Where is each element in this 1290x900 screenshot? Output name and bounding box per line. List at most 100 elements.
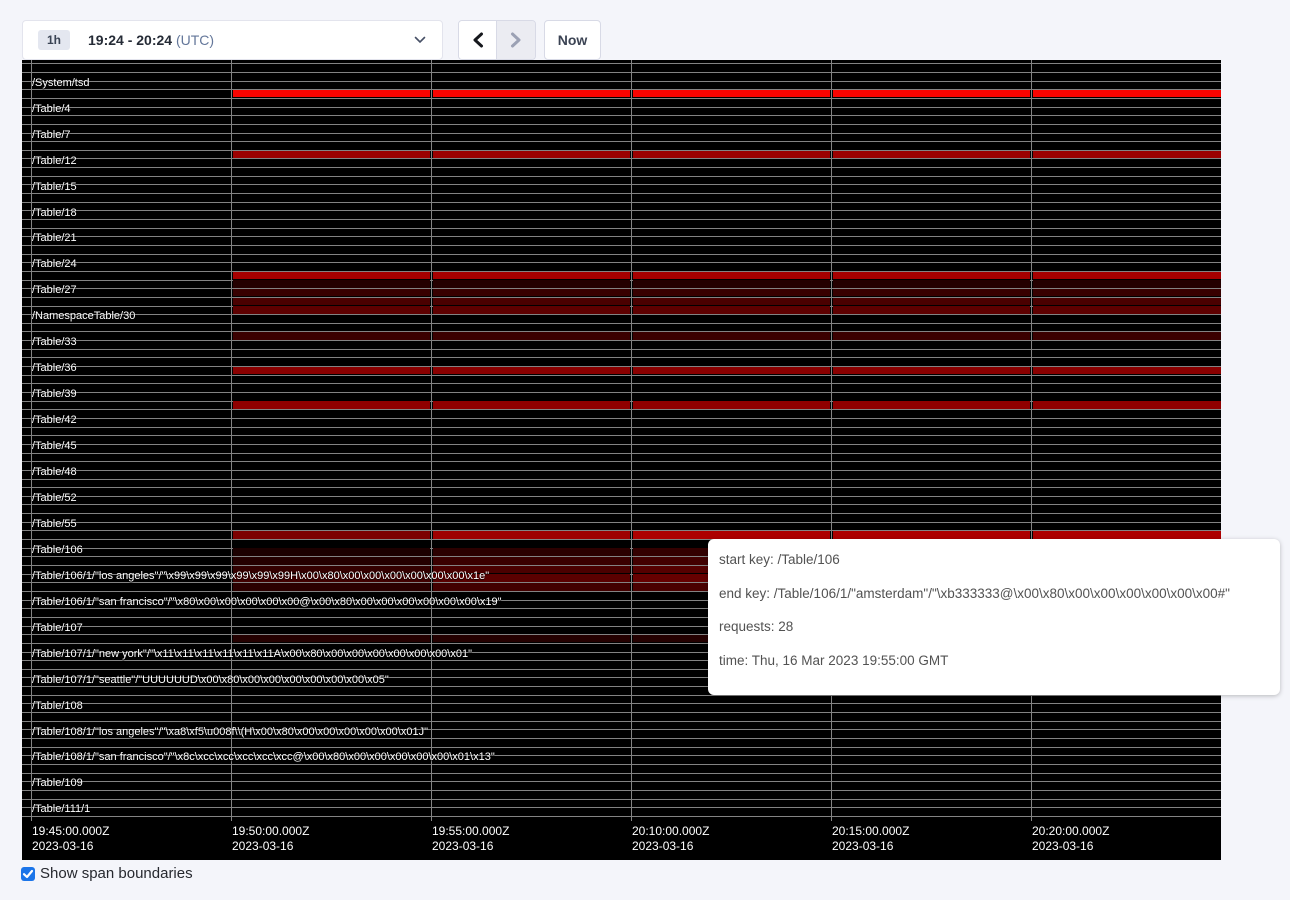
heat-bar[interactable]	[433, 151, 630, 159]
span-boundary-line	[22, 479, 1221, 480]
heat-bar[interactable]	[833, 306, 1030, 314]
heat-bar[interactable]	[633, 332, 830, 340]
heat-bar[interactable]	[833, 272, 1030, 280]
now-button[interactable]: Now	[544, 20, 601, 60]
heat-bar[interactable]	[233, 151, 430, 159]
time-range-timezone: (UTC)	[176, 32, 214, 48]
heat-bar[interactable]	[233, 548, 430, 556]
heat-bar[interactable]	[233, 557, 430, 565]
time-axis-label: 20:20:00.000Z2023-03-16	[1032, 824, 1109, 853]
heat-bar[interactable]	[233, 635, 430, 643]
chevron-down-icon	[414, 36, 426, 44]
heat-bar[interactable]	[833, 401, 1030, 409]
span-boundary-line	[22, 340, 1221, 341]
span-boundary-line	[22, 228, 1221, 229]
heat-bar[interactable]	[633, 151, 830, 159]
span-boundary-line	[22, 254, 1221, 255]
heat-bar[interactable]	[233, 306, 430, 314]
heat-bar[interactable]	[833, 280, 1030, 288]
heat-bar[interactable]	[633, 531, 830, 539]
heat-bar[interactable]	[833, 332, 1030, 340]
heat-bar[interactable]	[1033, 332, 1222, 340]
heat-bar[interactable]	[433, 401, 630, 409]
heat-bar[interactable]	[1033, 531, 1222, 539]
heat-bar[interactable]	[233, 90, 430, 98]
heat-bar[interactable]	[233, 401, 430, 409]
heat-bar[interactable]	[433, 635, 630, 643]
heat-bar[interactable]	[433, 280, 630, 288]
heat-bar[interactable]	[433, 90, 630, 98]
heat-bar[interactable]	[433, 583, 630, 591]
row-label: /Table/52	[32, 492, 77, 504]
heat-bar[interactable]	[633, 90, 830, 98]
heat-bar[interactable]	[433, 531, 630, 539]
heat-bar[interactable]	[433, 306, 630, 314]
heat-bar[interactable]	[633, 280, 830, 288]
span-boundary-line	[22, 236, 1221, 237]
next-interval-button[interactable]	[497, 21, 535, 59]
heat-bar[interactable]	[833, 298, 1030, 306]
heat-bar[interactable]	[233, 367, 430, 375]
prev-interval-button[interactable]	[459, 21, 497, 59]
heat-bar[interactable]	[233, 289, 430, 297]
heat-bar[interactable]	[433, 548, 630, 556]
row-label: /Table/108/1/"los angeles"/"\xa8\xf5\u00…	[32, 726, 428, 738]
heat-bar[interactable]	[233, 332, 430, 340]
key-visualizer-canvas[interactable]: /System/tsd/Table/4/Table/7/Table/12/Tab…	[22, 60, 1221, 860]
heat-bar[interactable]	[633, 367, 830, 375]
show-span-boundaries-checkbox[interactable]	[21, 867, 35, 881]
span-boundary-line	[22, 444, 1221, 445]
heat-bar[interactable]	[1033, 90, 1222, 98]
heat-bar[interactable]	[1033, 367, 1222, 375]
time-gridline	[631, 60, 632, 821]
heat-bar[interactable]	[1033, 280, 1222, 288]
heat-bar[interactable]	[633, 289, 830, 297]
row-label: /Table/48	[32, 466, 77, 478]
heat-bar[interactable]	[1033, 306, 1222, 314]
heat-bar[interactable]	[233, 280, 430, 288]
heat-bar[interactable]	[1033, 272, 1222, 280]
time-gridline	[1031, 60, 1032, 821]
heat-bar[interactable]	[433, 557, 630, 565]
heat-bar[interactable]	[433, 272, 630, 280]
time-range-select[interactable]: 1h 19:24 - 20:24 (UTC)	[22, 20, 443, 60]
heat-bar[interactable]	[1033, 298, 1222, 306]
tooltip-requests: requests: 28	[719, 619, 793, 634]
heat-bar[interactable]	[833, 367, 1030, 375]
heat-bar[interactable]	[433, 367, 630, 375]
row-label: /Table/45	[32, 440, 77, 452]
heat-bar[interactable]	[833, 151, 1030, 159]
span-boundary-line	[22, 124, 1221, 125]
span-boundary-line	[22, 133, 1221, 134]
heat-bar[interactable]	[833, 289, 1030, 297]
span-boundary-line	[22, 773, 1221, 774]
heat-bar[interactable]	[633, 306, 830, 314]
heat-bar[interactable]	[433, 332, 630, 340]
span-boundary-line	[22, 115, 1221, 116]
heat-bar[interactable]	[233, 531, 430, 539]
heat-bar[interactable]	[1033, 151, 1222, 159]
heat-bar[interactable]	[1033, 401, 1222, 409]
heat-bar[interactable]	[633, 298, 830, 306]
chevron-right-icon	[510, 32, 522, 48]
heat-bar[interactable]	[433, 298, 630, 306]
chevron-left-icon	[472, 32, 484, 48]
heat-bar[interactable]	[633, 401, 830, 409]
heat-bar[interactable]	[633, 272, 830, 280]
heat-bar[interactable]	[833, 90, 1030, 98]
span-boundary-line	[22, 513, 1221, 514]
row-label: /Table/107/1/"new york"/"\x11\x11\x11\x1…	[32, 648, 472, 660]
span-boundary-line	[22, 349, 1221, 350]
span-boundary-line	[22, 712, 1221, 713]
span-boundary-line	[22, 383, 1221, 384]
heat-bar[interactable]	[233, 298, 430, 306]
time-gridline	[231, 60, 232, 821]
heat-bar[interactable]	[833, 531, 1030, 539]
row-label: /Table/4	[32, 103, 71, 115]
span-boundary-line	[22, 781, 1221, 782]
heat-bar[interactable]	[233, 272, 430, 280]
heat-bar[interactable]	[233, 583, 430, 591]
heat-bar[interactable]	[1033, 289, 1222, 297]
span-boundary-line	[22, 790, 1221, 791]
heat-bar[interactable]	[433, 289, 630, 297]
